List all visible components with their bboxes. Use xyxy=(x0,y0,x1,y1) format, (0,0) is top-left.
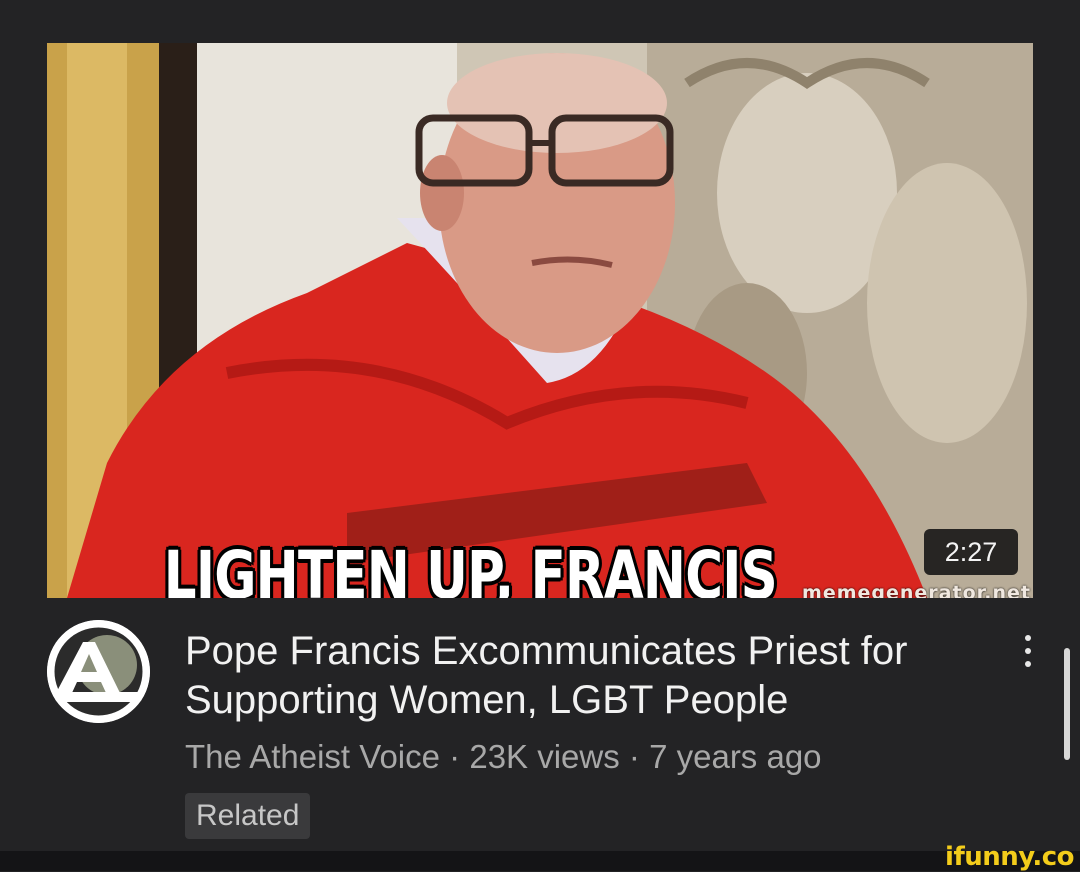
atheist-voice-logo-icon xyxy=(47,620,150,723)
menu-dot xyxy=(1025,648,1031,654)
scrollbar-thumb[interactable] xyxy=(1064,648,1070,760)
thumbnail-image xyxy=(47,43,1033,598)
related-badge: Related xyxy=(185,793,311,839)
upload-age: 7 years ago xyxy=(649,738,822,775)
video-thumbnail[interactable]: LIGHTEN UP, FRANCIS memegenerator.net 2:… xyxy=(47,43,1033,598)
channel-name[interactable]: The Atheist Voice xyxy=(185,738,440,775)
footer-bar xyxy=(0,851,1080,871)
channel-avatar[interactable] xyxy=(47,620,150,723)
video-card[interactable]: LIGHTEN UP, FRANCIS memegenerator.net 2:… xyxy=(0,0,1080,851)
more-vert-icon[interactable] xyxy=(1013,628,1043,674)
menu-dot xyxy=(1025,661,1031,667)
thumbnail-watermark: memegenerator.net xyxy=(802,582,1031,598)
meta-separator: · xyxy=(628,738,640,775)
view-count: 23K views xyxy=(469,738,620,775)
ifunny-watermark: ifunny.co xyxy=(945,842,1074,872)
video-title[interactable]: Pope Francis Excommunicates Priest for S… xyxy=(185,627,985,725)
meta-separator: · xyxy=(449,738,461,775)
video-metadata: The Atheist Voice · 23K views · 7 years … xyxy=(185,738,822,776)
thumbnail-caption: LIGHTEN UP, FRANCIS xyxy=(163,537,778,599)
duration-badge: 2:27 xyxy=(924,529,1018,575)
menu-dot xyxy=(1025,635,1031,641)
